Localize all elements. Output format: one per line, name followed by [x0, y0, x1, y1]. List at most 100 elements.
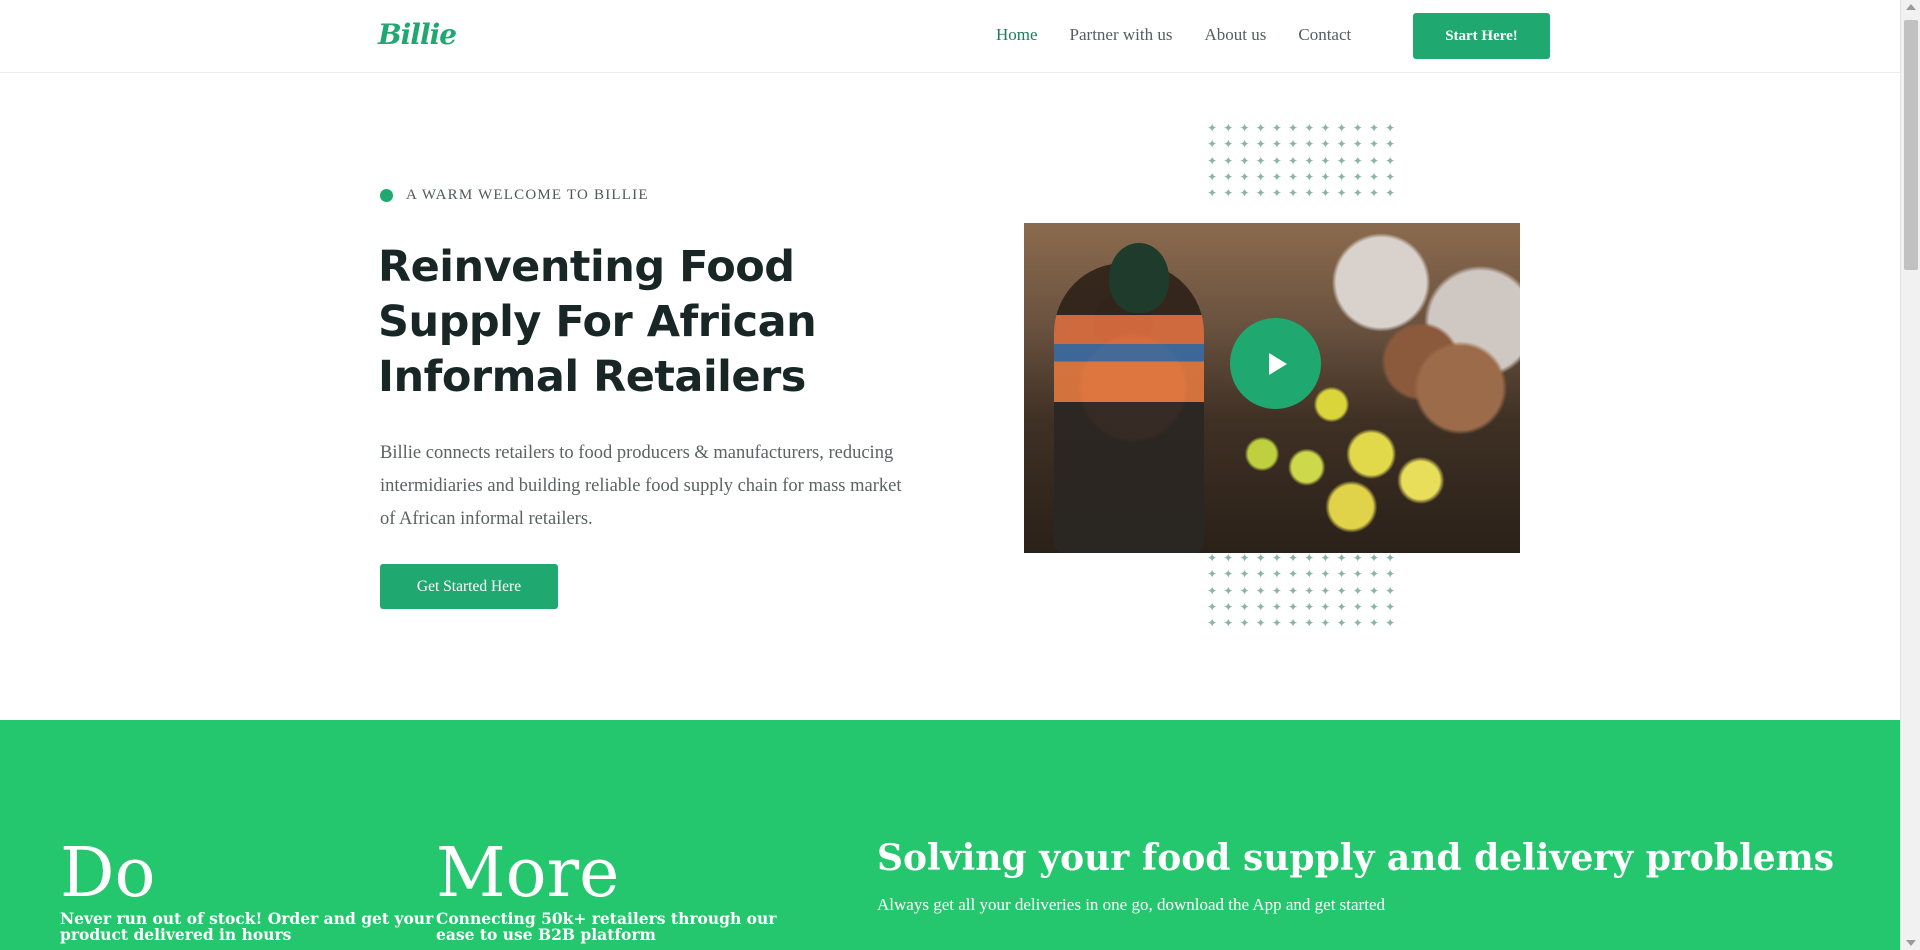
- dot-mark: ✦: [1385, 616, 1396, 631]
- eyebrow: A WARM WELCOME TO BILLIE: [380, 187, 649, 204]
- scroll-thumb[interactable]: [1904, 20, 1918, 270]
- dot-mark: ✦: [1368, 169, 1379, 184]
- dot-mark: ✦: [1255, 121, 1266, 135]
- dot-mark: ✦: [1288, 153, 1299, 168]
- dot-mark: ✦: [1239, 186, 1250, 201]
- band-word-more: More: [436, 834, 620, 913]
- dot-mark: ✦: [1336, 616, 1347, 631]
- dot-mark: ✦: [1207, 121, 1218, 135]
- dot-mark: ✦: [1336, 599, 1347, 614]
- dot-mark: ✦: [1368, 583, 1379, 598]
- dot-mark: ✦: [1271, 121, 1282, 135]
- scroll-down-arrow-icon[interactable]: [1906, 940, 1916, 946]
- dot-mark: ✦: [1255, 137, 1266, 152]
- dot-mark: ✦: [1368, 137, 1379, 152]
- dot-mark: ✦: [1336, 186, 1347, 201]
- dot-mark: ✦: [1239, 153, 1250, 168]
- start-here-button[interactable]: Start Here!: [1413, 13, 1550, 59]
- dot-mark: ✦: [1255, 186, 1266, 201]
- dot-mark: ✦: [1271, 583, 1282, 598]
- dot-mark: ✦: [1320, 121, 1331, 135]
- dot-mark: ✦: [1207, 583, 1218, 598]
- dot-mark: ✦: [1385, 599, 1396, 614]
- band-title: Solving your food supply and delivery pr…: [877, 837, 1835, 879]
- dot-mark: ✦: [1320, 567, 1331, 582]
- dot-mark: ✦: [1352, 616, 1363, 631]
- dot-mark: ✦: [1385, 186, 1396, 201]
- dot-mark: ✦: [1223, 599, 1234, 614]
- nav-item-contact[interactable]: Contact: [1298, 25, 1351, 45]
- dot-mark: ✦: [1304, 137, 1315, 152]
- dot-mark: ✦: [1223, 137, 1234, 152]
- dot-mark: ✦: [1255, 583, 1266, 598]
- dot-mark: ✦: [1288, 616, 1299, 631]
- dot-mark: ✦: [1304, 616, 1315, 631]
- dot-mark: ✦: [1368, 186, 1379, 201]
- eyebrow-text: A WARM WELCOME TO BILLIE: [406, 187, 649, 203]
- dot-mark: ✦: [1271, 169, 1282, 184]
- dot-mark: ✦: [1385, 583, 1396, 598]
- dot-mark: ✦: [1385, 137, 1396, 152]
- dot-mark: ✦: [1352, 137, 1363, 152]
- dot-mark: ✦: [1320, 153, 1331, 168]
- dot-mark: ✦: [1352, 599, 1363, 614]
- band-tag-more: Connecting 50k+ retailers through our ea…: [436, 909, 777, 944]
- band-word-do: Do: [60, 834, 156, 913]
- band-tag-do: Never run out of stock! Order and get yo…: [60, 909, 434, 944]
- main-nav: Home Partner with us About us Contact: [996, 25, 1351, 45]
- dot-mark: ✦: [1320, 599, 1331, 614]
- dot-mark: ✦: [1239, 567, 1250, 582]
- dot-mark: ✦: [1304, 169, 1315, 184]
- dot-mark: ✦: [1271, 599, 1282, 614]
- dot-icon: [380, 189, 393, 202]
- dot-mark: ✦: [1271, 616, 1282, 631]
- dot-mark: ✦: [1368, 616, 1379, 631]
- dot-mark: ✦: [1288, 186, 1299, 201]
- dot-mark: ✦: [1223, 169, 1234, 184]
- dot-mark: ✦: [1288, 599, 1299, 614]
- dot-mark: ✦: [1288, 169, 1299, 184]
- nav-item-partner[interactable]: Partner with us: [1070, 25, 1173, 45]
- dot-mark: ✦: [1288, 583, 1299, 598]
- nav-item-about[interactable]: About us: [1204, 25, 1266, 45]
- dot-mark: ✦: [1239, 599, 1250, 614]
- dot-mark: ✦: [1223, 583, 1234, 598]
- dot-mark: ✦: [1271, 137, 1282, 152]
- dot-mark: ✦: [1368, 121, 1379, 135]
- dot-mark: ✦: [1239, 616, 1250, 631]
- scroll-up-arrow-icon[interactable]: [1906, 4, 1916, 10]
- dot-mark: ✦: [1320, 583, 1331, 598]
- dot-mark: ✦: [1304, 567, 1315, 582]
- hero-description: Billie connects retailers to food produc…: [380, 443, 902, 529]
- dot-mark: ✦: [1352, 169, 1363, 184]
- dot-mark: ✦: [1207, 186, 1218, 201]
- dot-pattern-bottom: ✦ ✦ ✦ ✦ ✦ ✦ ✦ ✦ ✦ ✦ ✦ ✦ ✦ ✦ ✦ ✦ ✦ ✦ ✦ ✦ ✦ ✦ ✦ ✦ ✦ ✦ ✦ ✦ ✦ ✦ ✦ ✦ ✦ ✦ ✦ ✦ ✦ ✦ ✦ ✦…: [1204, 550, 1398, 631]
- dot-mark: ✦: [1304, 153, 1315, 168]
- dot-mark: ✦: [1352, 567, 1363, 582]
- dot-mark: ✦: [1304, 583, 1315, 598]
- dot-mark: ✦: [1352, 153, 1363, 168]
- dot-mark: ✦: [1336, 121, 1347, 135]
- dot-mark: ✦: [1223, 567, 1234, 582]
- nav-item-home[interactable]: Home: [996, 25, 1038, 45]
- logo[interactable]: Billie: [378, 14, 457, 54]
- dot-mark: ✦: [1255, 567, 1266, 582]
- dot-mark: ✦: [1368, 567, 1379, 582]
- dot-mark: ✦: [1255, 169, 1266, 184]
- dot-mark: ✦: [1320, 186, 1331, 201]
- dot-mark: ✦: [1385, 567, 1396, 582]
- dot-mark: ✦: [1320, 616, 1331, 631]
- get-started-button[interactable]: Get Started Here: [380, 564, 558, 609]
- logo-text: Billie: [378, 17, 457, 51]
- scrollbar[interactable]: [1900, 0, 1920, 950]
- dot-mark: ✦: [1223, 616, 1234, 631]
- dot-mark: ✦: [1207, 169, 1218, 184]
- dot-mark: ✦: [1207, 137, 1218, 152]
- dot-mark: ✦: [1271, 186, 1282, 201]
- dot-mark: ✦: [1320, 169, 1331, 184]
- play-button[interactable]: [1230, 318, 1321, 409]
- dot-mark: ✦: [1385, 169, 1396, 184]
- dot-mark: ✦: [1368, 599, 1379, 614]
- dot-mark: ✦: [1239, 137, 1250, 152]
- dot-mark: ✦: [1288, 121, 1299, 135]
